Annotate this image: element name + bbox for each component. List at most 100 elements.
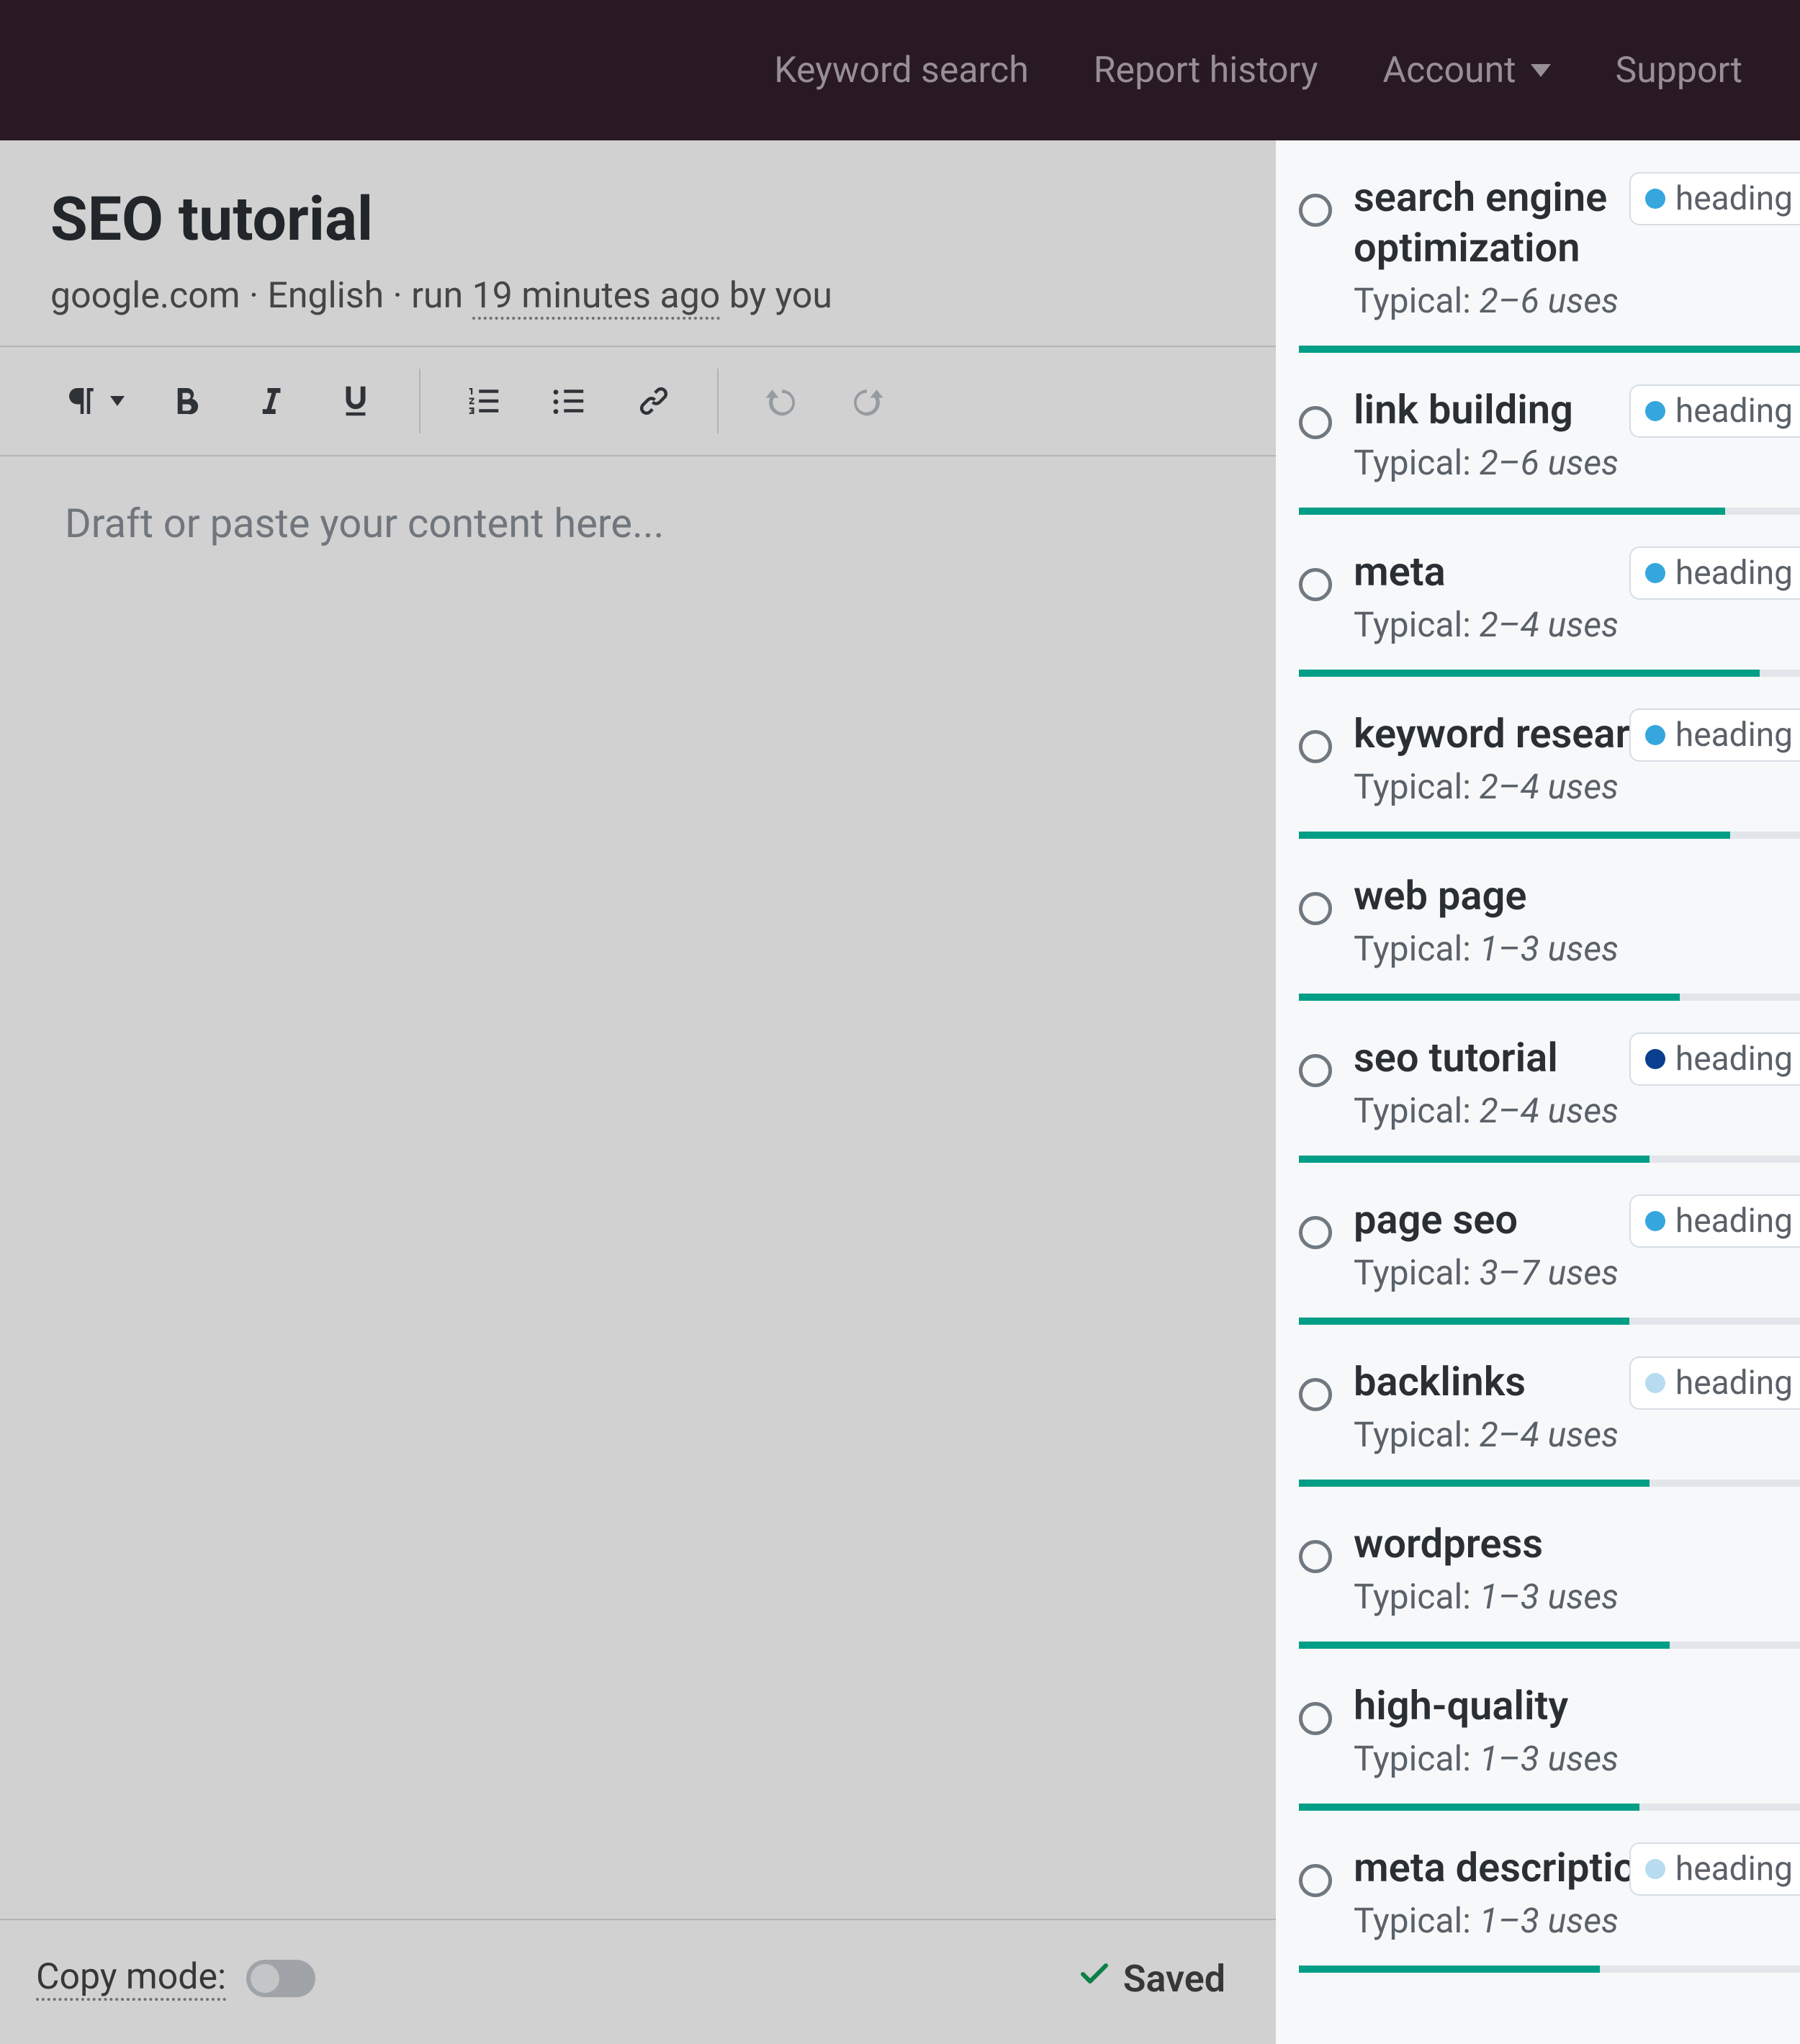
redo-button[interactable] bbox=[831, 372, 903, 430]
nav-account[interactable]: Account bbox=[1383, 50, 1551, 91]
keyword-progress-fill bbox=[1299, 1804, 1639, 1811]
keyword-progress bbox=[1299, 346, 1800, 353]
editor-pane: SEO tutorial google.com · English · run … bbox=[0, 140, 1276, 2044]
keyword-usage: Typical: 2–4 uses bbox=[1354, 1414, 1800, 1455]
keyword-radio[interactable] bbox=[1299, 568, 1332, 601]
keyword-item: seo tutorialTypical: 2–4 usesheading bbox=[1276, 1001, 1800, 1163]
badge-dot-icon bbox=[1645, 1049, 1665, 1069]
nav-keyword-search[interactable]: Keyword search bbox=[774, 50, 1028, 91]
keyword-radio[interactable] bbox=[1299, 730, 1332, 763]
keyword-progress-fill bbox=[1299, 346, 1800, 353]
badge-label: heading bbox=[1675, 554, 1793, 593]
keyword-progress-fill bbox=[1299, 670, 1760, 677]
check-icon bbox=[1077, 1957, 1112, 2001]
keyword-usage: Typical: 2–6 uses bbox=[1354, 280, 1800, 321]
copy-mode-label: Copy mode: bbox=[36, 1956, 226, 2001]
keyword-item: meta descriptionTypical: 1–3 usesheading bbox=[1276, 1811, 1800, 1973]
keyword-progress bbox=[1299, 670, 1800, 677]
link-button[interactable] bbox=[618, 372, 690, 430]
keyword-item: wordpress Typical: 1–3 uses bbox=[1276, 1487, 1800, 1649]
keyword-progress bbox=[1299, 994, 1800, 1001]
italic-icon bbox=[251, 382, 290, 420]
heading-badge[interactable]: heading bbox=[1629, 172, 1800, 225]
keyword-sidebar: search engine optimizationTypical: 2–6 u… bbox=[1276, 140, 1800, 2044]
content-editor[interactable]: Draft or paste your content here... bbox=[0, 456, 1276, 1919]
heading-badge[interactable]: heading bbox=[1629, 384, 1800, 438]
keyword-radio[interactable] bbox=[1299, 1054, 1332, 1087]
save-status: Saved bbox=[1077, 1957, 1225, 2001]
keyword-radio[interactable] bbox=[1299, 1378, 1332, 1411]
unordered-list-icon bbox=[549, 382, 588, 420]
keyword-radio[interactable] bbox=[1299, 194, 1332, 227]
ordered-list-icon bbox=[464, 382, 503, 420]
badge-dot-icon bbox=[1645, 1859, 1665, 1879]
heading-badge[interactable]: heading bbox=[1629, 708, 1800, 762]
keyword-item: metaTypical: 2–4 usesheading bbox=[1276, 515, 1800, 677]
heading-badge[interactable]: heading bbox=[1629, 1356, 1800, 1410]
heading-badge[interactable]: heading bbox=[1629, 546, 1800, 600]
badge-label: heading bbox=[1675, 1040, 1793, 1079]
keyword-radio[interactable] bbox=[1299, 892, 1332, 925]
saved-label: Saved bbox=[1123, 1957, 1225, 2001]
keyword-usage: Typical: 2–4 uses bbox=[1354, 766, 1800, 807]
toggle-knob bbox=[251, 1964, 279, 1993]
redo-icon bbox=[847, 382, 886, 420]
keyword-item: keyword researchTypical: 2–4 usesheading bbox=[1276, 677, 1800, 839]
undo-button[interactable] bbox=[746, 372, 818, 430]
keyword-term[interactable]: high-quality bbox=[1354, 1680, 1800, 1731]
keyword-progress-fill bbox=[1299, 1966, 1600, 1973]
ordered-list-button[interactable] bbox=[448, 372, 520, 430]
keyword-item: link buildingTypical: 2–6 usesheading bbox=[1276, 353, 1800, 515]
keyword-radio[interactable] bbox=[1299, 1540, 1332, 1573]
keyword-list: search engine optimizationTypical: 2–6 u… bbox=[1276, 140, 1800, 1973]
nav-support[interactable]: Support bbox=[1616, 50, 1742, 91]
keyword-progress-fill bbox=[1299, 1480, 1650, 1487]
copy-mode-toggle[interactable] bbox=[246, 1960, 315, 1997]
keyword-term[interactable]: wordpress bbox=[1354, 1518, 1800, 1569]
heading-badge[interactable]: heading bbox=[1629, 1032, 1800, 1086]
meta-timestamp[interactable]: 19 minutes ago bbox=[472, 275, 721, 320]
editor-placeholder: Draft or paste your content here... bbox=[65, 500, 1211, 547]
chevron-down-icon bbox=[110, 396, 125, 406]
keyword-radio[interactable] bbox=[1299, 406, 1332, 439]
badge-dot-icon bbox=[1645, 189, 1665, 209]
keyword-item: page seoTypical: 3–7 usesheading bbox=[1276, 1163, 1800, 1325]
badge-label: heading bbox=[1675, 1202, 1793, 1241]
meta-author: by you bbox=[729, 275, 832, 317]
report-meta: google.com · English · run 19 minutes ag… bbox=[50, 275, 1225, 317]
keyword-radio[interactable] bbox=[1299, 1702, 1332, 1735]
chevron-down-icon bbox=[1531, 64, 1551, 77]
keyword-radio[interactable] bbox=[1299, 1216, 1332, 1249]
keyword-radio[interactable] bbox=[1299, 1864, 1332, 1897]
badge-dot-icon bbox=[1645, 725, 1665, 745]
keyword-term[interactable]: web page bbox=[1354, 870, 1800, 921]
meta-language: English bbox=[267, 275, 384, 317]
keyword-progress-fill bbox=[1299, 1642, 1670, 1649]
keyword-item: search engine optimizationTypical: 2–6 u… bbox=[1276, 140, 1800, 353]
badge-label: heading bbox=[1675, 716, 1793, 755]
keyword-usage: Typical: 1–3 uses bbox=[1354, 1576, 1800, 1617]
heading-badge[interactable]: heading bbox=[1629, 1194, 1800, 1248]
heading-badge[interactable]: heading bbox=[1629, 1842, 1800, 1896]
keyword-progress-fill bbox=[1299, 994, 1680, 1001]
keyword-usage: Typical: 2–6 uses bbox=[1354, 442, 1800, 483]
keyword-progress bbox=[1299, 1318, 1800, 1325]
paragraph-format-button[interactable] bbox=[50, 372, 137, 430]
unordered-list-button[interactable] bbox=[533, 372, 605, 430]
keyword-progress-fill bbox=[1299, 832, 1730, 839]
keyword-progress bbox=[1299, 508, 1800, 515]
badge-dot-icon bbox=[1645, 401, 1665, 421]
link-icon bbox=[634, 382, 673, 420]
keyword-progress-fill bbox=[1299, 508, 1725, 515]
meta-run-prefix: run bbox=[411, 275, 463, 317]
keyword-usage: Typical: 2–4 uses bbox=[1354, 604, 1800, 645]
underline-icon bbox=[336, 382, 375, 420]
keyword-progress bbox=[1299, 1804, 1800, 1811]
bold-button[interactable] bbox=[150, 372, 222, 430]
nav-report-history[interactable]: Report history bbox=[1094, 50, 1318, 91]
keyword-progress bbox=[1299, 1642, 1800, 1649]
underline-button[interactable] bbox=[320, 372, 392, 430]
keyword-progress-fill bbox=[1299, 1318, 1629, 1325]
bold-icon bbox=[166, 382, 205, 420]
italic-button[interactable] bbox=[235, 372, 307, 430]
